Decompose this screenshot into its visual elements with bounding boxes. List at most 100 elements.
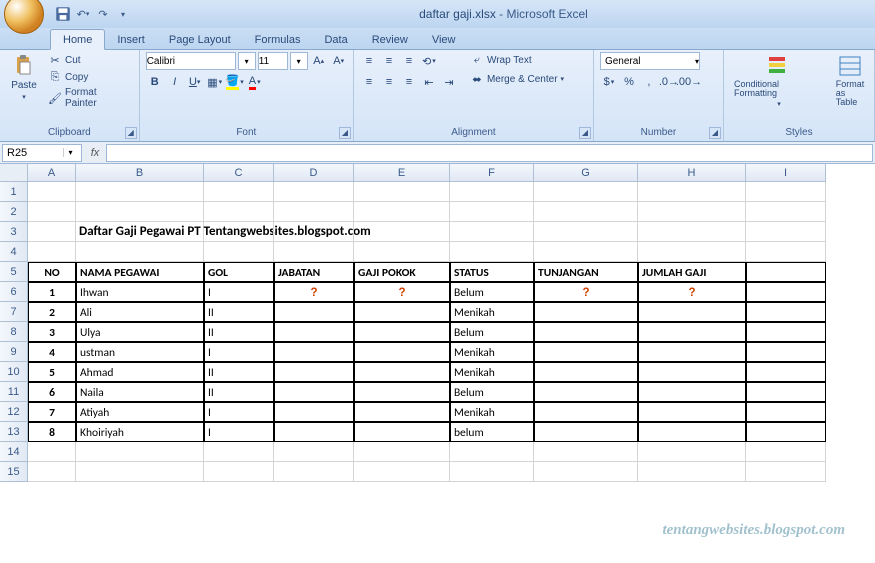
wrap-text-button[interactable]: ⤶Wrap Text bbox=[468, 52, 566, 68]
cell[interactable]: Menikah bbox=[450, 402, 534, 422]
cell[interactable]: II bbox=[204, 322, 274, 342]
cell[interactable] bbox=[638, 222, 746, 242]
cell[interactable]: ? bbox=[534, 282, 638, 302]
chevron-down-icon[interactable]: ▾ bbox=[63, 148, 77, 157]
tab-data[interactable]: Data bbox=[312, 30, 359, 49]
cell[interactable]: Menikah bbox=[450, 302, 534, 322]
cell[interactable]: Atiyah bbox=[76, 402, 204, 422]
row-header-1[interactable]: 1 bbox=[0, 182, 28, 202]
column-header-B[interactable]: B bbox=[76, 164, 204, 182]
align-right-button[interactable]: ≡ bbox=[400, 73, 418, 91]
cell[interactable] bbox=[746, 282, 826, 302]
cell[interactable] bbox=[354, 382, 450, 402]
cell[interactable] bbox=[534, 202, 638, 222]
row-header-13[interactable]: 13 bbox=[0, 422, 28, 442]
paste-button[interactable]: Paste▾ bbox=[6, 52, 42, 103]
cell[interactable] bbox=[354, 422, 450, 442]
name-box-input[interactable] bbox=[3, 147, 63, 159]
cell[interactable] bbox=[746, 342, 826, 362]
cell[interactable] bbox=[354, 342, 450, 362]
cell[interactable] bbox=[354, 402, 450, 422]
cell[interactable] bbox=[638, 342, 746, 362]
undo-icon[interactable]: ↶▾ bbox=[74, 5, 92, 23]
cell[interactable] bbox=[204, 202, 274, 222]
cell[interactable]: Daftar Gaji Pegawai PT Tentangwebsites.b… bbox=[76, 222, 204, 242]
cell[interactable] bbox=[274, 342, 354, 362]
redo-icon[interactable]: ↷ bbox=[94, 5, 112, 23]
cell[interactable] bbox=[746, 462, 826, 482]
cell[interactable] bbox=[274, 202, 354, 222]
cell[interactable] bbox=[746, 202, 826, 222]
save-icon[interactable] bbox=[54, 5, 72, 23]
cell[interactable] bbox=[638, 202, 746, 222]
align-top-button[interactable]: ≡ bbox=[360, 52, 378, 70]
cell[interactable] bbox=[450, 222, 534, 242]
grow-font-button[interactable]: A▴ bbox=[310, 52, 328, 70]
shrink-font-button[interactable]: A▾ bbox=[330, 52, 348, 70]
cut-button[interactable]: ✂Cut bbox=[46, 52, 133, 68]
font-color-button[interactable]: A bbox=[246, 73, 264, 91]
cell[interactable]: I bbox=[204, 402, 274, 422]
row-header-7[interactable]: 7 bbox=[0, 302, 28, 322]
italic-button[interactable]: I bbox=[166, 73, 184, 91]
cell[interactable]: 8 bbox=[28, 422, 76, 442]
border-button[interactable]: ▦ bbox=[206, 73, 224, 91]
cell[interactable] bbox=[638, 242, 746, 262]
cell[interactable]: ? bbox=[638, 282, 746, 302]
align-center-button[interactable]: ≡ bbox=[380, 73, 398, 91]
cell[interactable]: I bbox=[204, 422, 274, 442]
cell[interactable] bbox=[204, 242, 274, 262]
cell[interactable] bbox=[746, 322, 826, 342]
cell[interactable] bbox=[746, 302, 826, 322]
align-left-button[interactable]: ≡ bbox=[360, 73, 378, 91]
cell[interactable]: 1 bbox=[28, 282, 76, 302]
cell[interactable] bbox=[28, 222, 76, 242]
cell[interactable] bbox=[450, 442, 534, 462]
cell[interactable] bbox=[274, 462, 354, 482]
cell[interactable]: ? bbox=[354, 282, 450, 302]
font-name-select[interactable] bbox=[146, 52, 236, 70]
cell[interactable]: JUMLAH GAJI bbox=[638, 262, 746, 282]
percent-button[interactable]: % bbox=[620, 73, 638, 91]
cell[interactable] bbox=[638, 462, 746, 482]
cell[interactable] bbox=[76, 442, 204, 462]
cell[interactable] bbox=[274, 442, 354, 462]
cell[interactable]: GAJI POKOK bbox=[354, 262, 450, 282]
tab-review[interactable]: Review bbox=[360, 30, 420, 49]
cell[interactable] bbox=[204, 462, 274, 482]
cell[interactable] bbox=[354, 182, 450, 202]
cell[interactable] bbox=[534, 342, 638, 362]
decrease-indent-button[interactable]: ⇤ bbox=[420, 73, 438, 91]
cell[interactable]: Belum bbox=[450, 382, 534, 402]
chevron-down-icon[interactable]: ▾ bbox=[290, 52, 308, 70]
column-header-E[interactable]: E bbox=[354, 164, 450, 182]
row-header-10[interactable]: 10 bbox=[0, 362, 28, 382]
row-header-3[interactable]: 3 bbox=[0, 222, 28, 242]
cell[interactable]: II bbox=[204, 302, 274, 322]
row-header-8[interactable]: 8 bbox=[0, 322, 28, 342]
cell[interactable] bbox=[76, 202, 204, 222]
cell[interactable]: GOL bbox=[204, 262, 274, 282]
column-header-C[interactable]: C bbox=[204, 164, 274, 182]
cell[interactable] bbox=[534, 242, 638, 262]
column-header-H[interactable]: H bbox=[638, 164, 746, 182]
cell[interactable] bbox=[354, 202, 450, 222]
cell[interactable] bbox=[204, 442, 274, 462]
chevron-down-icon[interactable]: ▾ bbox=[238, 52, 256, 70]
cell[interactable]: Belum bbox=[450, 322, 534, 342]
copy-button[interactable]: ⎘Copy bbox=[46, 69, 133, 85]
cell[interactable]: JABATAN bbox=[274, 262, 354, 282]
cell[interactable]: II bbox=[204, 362, 274, 382]
cell[interactable] bbox=[450, 182, 534, 202]
cell[interactable] bbox=[354, 442, 450, 462]
font-size-select[interactable] bbox=[258, 52, 288, 70]
cell[interactable]: Ali bbox=[76, 302, 204, 322]
alignment-dialog-icon[interactable]: ◢ bbox=[579, 127, 591, 139]
cell[interactable] bbox=[76, 182, 204, 202]
accounting-button[interactable]: $ bbox=[600, 73, 618, 91]
cell[interactable]: Belum bbox=[450, 282, 534, 302]
cell[interactable] bbox=[534, 442, 638, 462]
cell[interactable] bbox=[534, 302, 638, 322]
cell[interactable]: Ihwan bbox=[76, 282, 204, 302]
cell[interactable] bbox=[746, 422, 826, 442]
